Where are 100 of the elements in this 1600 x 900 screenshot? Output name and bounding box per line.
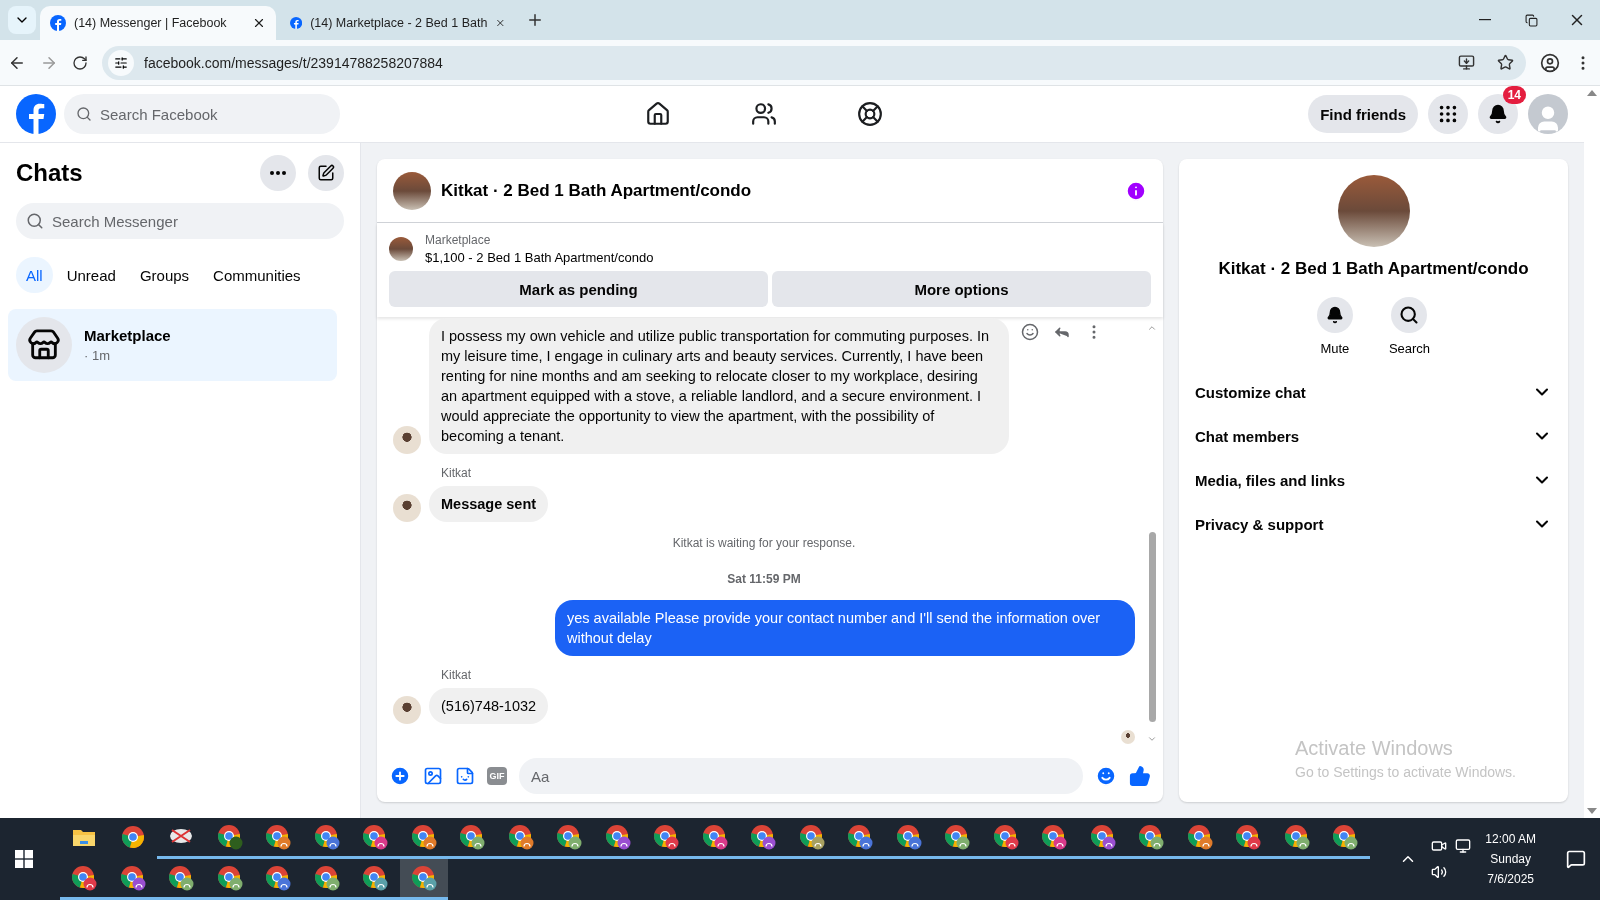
chrome-profile-icon [265,824,292,850]
menu-button[interactable] [1428,94,1468,134]
emoji-icon[interactable] [1095,765,1117,787]
bell-button[interactable] [1316,297,1353,333]
section-header[interactable]: Media, files and links [1195,458,1552,502]
browser-tab[interactable]: (14) Messenger | Facebook [40,6,276,40]
section-header[interactable]: Customize chat [1195,370,1552,414]
profile-icon[interactable] [1540,52,1560,73]
facebook-logo-icon [290,15,303,31]
minimize-icon [1479,19,1491,21]
more-icon [270,171,286,175]
message-bubble: Message sent [429,486,549,522]
chrome-profile-icon [313,865,340,891]
image-icon[interactable] [423,766,443,786]
facebook-logo-icon [50,15,66,31]
tab-list-button[interactable] [8,6,36,34]
scroll-up-icon[interactable] [1587,90,1597,96]
conversation-item[interactable]: Marketplace · 1m [8,309,337,381]
action-button[interactable]: More options [772,271,1151,307]
notification-badge: 14 [1502,86,1526,104]
close-icon[interactable] [252,16,266,30]
conversation-title: Kitkat · 2 Bed 1 Bath Apartment/condo [1217,259,1530,279]
react-icon[interactable] [1021,323,1039,341]
chrome-profile-icon [1283,824,1310,850]
message-bubble: (516)748-1032 [429,688,549,724]
ring-icon [857,101,884,127]
timestamp: Sat 11:59 PM [727,572,801,586]
activation-notice-text: Go to Settings to activate Windows. [1295,764,1516,780]
chrome-profile-icon [1089,824,1116,850]
chrome-profile-icon [119,865,146,891]
filter-tab[interactable]: Groups [129,257,200,293]
scrollbar-thumb[interactable] [1148,532,1156,722]
conversation-title: Kitkat · 2 Bed 1 Bath Apartment/condo [441,180,753,201]
chrome-profile-icon [1332,824,1359,850]
clock[interactable]: 12:00 AM Sunday 7/6/2025 [1485,832,1536,886]
star-icon[interactable] [1497,54,1514,71]
bell-icon [1325,306,1344,324]
sticker-icon[interactable] [455,766,475,786]
filter-tab[interactable]: Unread [56,257,126,293]
browser-tab[interactable]: (14) Marketplace - 2 Bed 1 Bath [280,6,516,40]
chrome-profile-icon [507,824,534,850]
search-field[interactable]: Search Facebook [64,94,340,134]
volume-icon[interactable] [1431,864,1448,880]
search-field[interactable]: Search Messenger [16,203,344,239]
chrome-profile-icon [313,824,340,850]
chrome-profile-icon [459,824,486,850]
thumbs-up-icon[interactable] [1129,765,1151,787]
network-icon[interactable] [1455,838,1472,854]
filter-tab[interactable]: All [16,257,53,293]
listing-title: $1,100 - 2 Bed 1 Bath Apartment/condo [425,250,654,265]
chrome-profile-icon [944,824,971,850]
site-settings-button[interactable] [108,49,134,76]
chrome-profile-icon [604,824,631,850]
more-button[interactable] [260,155,296,191]
seen-avatar [1121,730,1135,744]
chrome-profile-icon [265,865,292,891]
avatar-photo [393,426,421,454]
action-label: Mute [1320,341,1350,356]
section-header[interactable]: Chat members [1195,414,1552,458]
install-icon[interactable] [1458,54,1475,71]
chrome-profile-icon [216,824,243,850]
chrome-profile-icon [362,824,389,850]
info-icon[interactable] [1125,179,1147,202]
address-bar[interactable]: facebook.com/messages/t/23914788258207884 [102,45,1526,80]
people-icon [751,101,778,127]
sender-name: Kitkat [441,466,472,480]
search-icon [26,212,44,230]
message-input[interactable]: Aa [519,758,1083,794]
chrome-profile-icon [410,824,437,850]
search-icon [76,106,92,122]
chrome-icon [120,825,145,849]
windows-logo-icon [15,850,33,868]
filter-tab[interactable]: Communities [203,257,311,293]
chrome-profile-icon [1041,824,1068,850]
grid-icon [1437,103,1459,125]
notification-icon[interactable] [1566,849,1586,869]
facebook-logo-icon[interactable] [16,94,56,134]
scroll-down-icon[interactable] [1587,808,1597,814]
find-friends-button[interactable]: Find friends [1308,95,1418,133]
chrome-profile-icon [895,824,922,850]
new-message-button[interactable] [308,155,344,191]
plus-icon[interactable] [389,765,411,787]
chrome-profile-icon [750,824,777,850]
chats-title: Chats [16,159,84,187]
chrome-profile-icon [1235,824,1262,850]
new-tab-icon[interactable] [526,11,544,29]
avatar-photo [393,494,421,522]
listing-source: Marketplace [425,233,492,247]
reload-icon[interactable] [72,54,88,71]
photo-placeholder [393,171,431,210]
chrome-profile-icon [1186,824,1213,850]
store-icon [27,328,61,362]
folder-icon [72,827,97,847]
action-button[interactable]: Mark as pending [389,271,768,307]
section-header[interactable]: Privacy & support [1195,502,1552,546]
chrome-profile-icon [847,824,874,850]
message-bubble: I possess my own vehicle and utilize public transportation for commuting purposes. In my leisure time, I engage in culinary arts and beauty services. Currently, I have been renting for nine months and am seeking to relocate closer to my workplace, desiring an apartment equipped with a stove, a reliable landlord, and a secure environment. I would appreciate the opportunity to view the apartment, with the possibility of becoming a tenant. [429,318,1009,454]
home-icon [645,101,672,127]
camera-icon[interactable] [1431,838,1448,854]
search-button[interactable] [1391,297,1428,333]
